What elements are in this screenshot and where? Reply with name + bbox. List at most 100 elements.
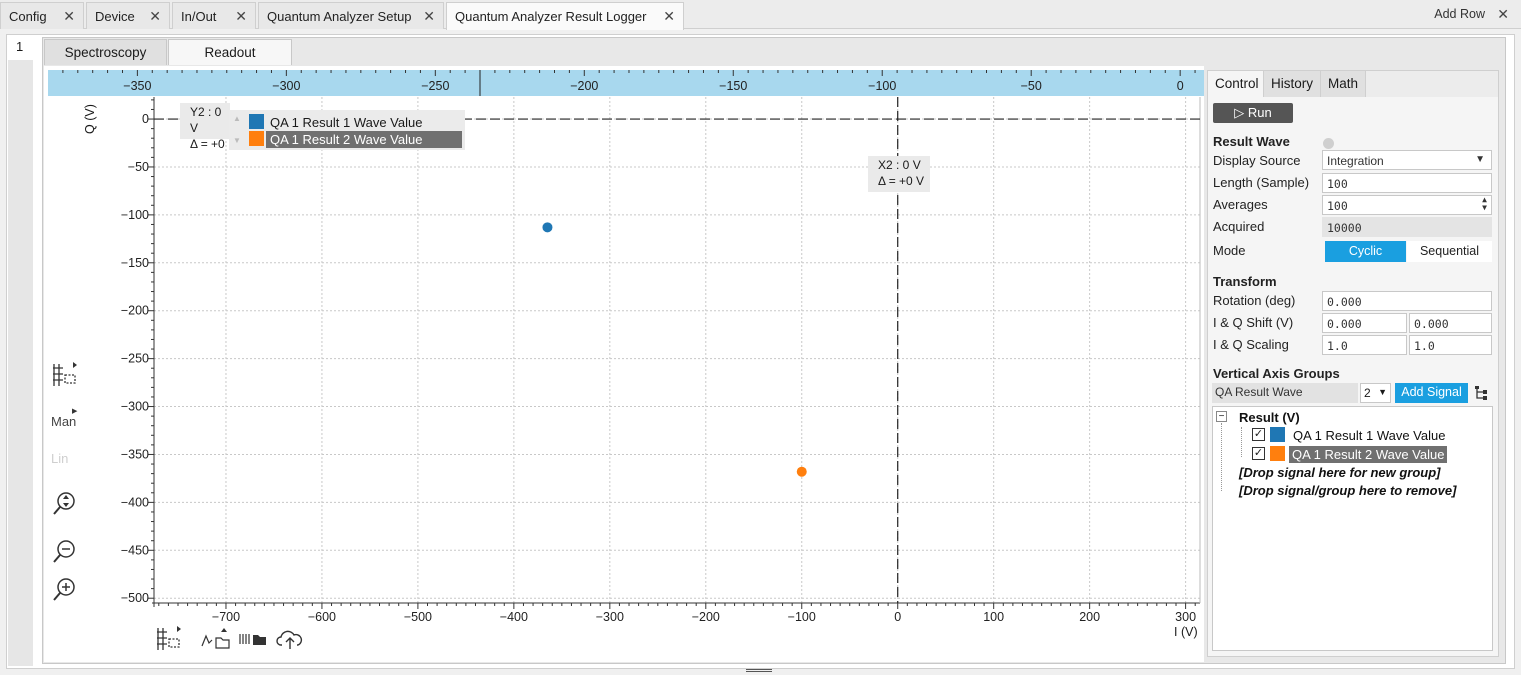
mode-cyclic-button[interactable]: Cyclic (1325, 241, 1406, 262)
chevron-down-icon: ▼ (1378, 387, 1387, 397)
tree-line (1221, 423, 1222, 491)
y-tick-label: −50 (128, 160, 149, 174)
averages-stepper[interactable]: 100 ▲ ▼ (1322, 195, 1492, 215)
scaling-label: I & Q Scaling (1213, 337, 1289, 352)
save-waveform-icon[interactable] (200, 626, 232, 653)
tree-item-1[interactable]: QA 1 Result 1 Wave Value (1293, 428, 1445, 443)
legend-item-1[interactable]: QA 1 Result 1 Wave Value (270, 115, 422, 130)
x-tick-label: −700 (212, 610, 240, 624)
tab-label: In/Out (181, 9, 217, 24)
x-axis-label: I (V) (1174, 625, 1198, 639)
run-button[interactable]: ▷ Run (1213, 103, 1293, 123)
y-tick-label: −250 (121, 352, 149, 366)
axis-scale-manual[interactable]: Man (51, 414, 76, 429)
collapse-icon[interactable]: − (1216, 411, 1227, 422)
display-source-label: Display Source (1213, 153, 1301, 168)
tab-label: Device (95, 9, 135, 24)
legend-scroll-icon[interactable]: ▲ (233, 114, 241, 123)
status-led (1323, 138, 1334, 149)
zoom-in-icon[interactable] (52, 575, 78, 606)
scatter-plot[interactable]: −700 −600 −500 −400 −300 −200 −100 0 100 200 300 0 −… (44, 66, 1204, 662)
acquired-value: 10000 (1322, 217, 1492, 237)
tab-history[interactable]: History (1264, 71, 1321, 97)
x-tick-label: 300 (1175, 610, 1196, 624)
y-tick-label: −150 (121, 256, 149, 270)
legend-swatch-1 (249, 114, 264, 129)
scaling-i-input[interactable]: 1.0 (1322, 335, 1407, 355)
channel-value: 2 (1364, 386, 1371, 400)
cursor-x-readout: X2 : 0 V Δ = +0 V (868, 156, 930, 192)
legend-swatch-2 (249, 131, 264, 146)
grid-settings-icon[interactable] (51, 360, 79, 391)
channel-select[interactable]: 2 ▼ (1360, 383, 1391, 403)
tree-item-2[interactable]: QA 1 Result 2 Wave Value (1289, 446, 1448, 463)
shift-q-input[interactable]: 0.000 (1409, 313, 1492, 333)
tree-view-icon[interactable] (1474, 385, 1488, 404)
close-icon[interactable]: ✕ (1497, 6, 1509, 23)
tab-control[interactable]: Control (1208, 71, 1264, 97)
axis-scale-linear[interactable]: Lin (51, 451, 68, 466)
tab-label: Config (9, 9, 47, 24)
close-icon[interactable]: ✕ (63, 8, 75, 25)
tree-line (1241, 427, 1242, 457)
scaling-q-input[interactable]: 1.0 (1409, 335, 1492, 355)
save-table-icon[interactable] (238, 630, 268, 653)
mode-label: Mode (1213, 243, 1246, 258)
signal-source-select[interactable]: QA Result Wave (1212, 383, 1358, 403)
tab-device[interactable]: Device ✕ (86, 2, 170, 29)
row-tab[interactable]: 1 (8, 36, 33, 60)
x-tick-label: −200 (692, 610, 720, 624)
tab-math[interactable]: Math (1321, 71, 1366, 97)
result-wave-heading: Result Wave (1213, 134, 1290, 149)
tree-group-label[interactable]: Result (V) (1239, 410, 1300, 425)
data-point-series-2 (796, 466, 807, 477)
cursor-x-value: X2 : 0 V (878, 158, 921, 172)
y-tick-label: 0 (142, 112, 149, 126)
tab-quantum-analyzer-result-logger[interactable]: Quantum Analyzer Result Logger ✕ (446, 2, 684, 30)
length-input[interactable]: 100 (1322, 173, 1492, 193)
x-tick-label: −600 (308, 610, 336, 624)
tab-in-out[interactable]: In/Out ✕ (172, 2, 256, 29)
cursor-y-delta: Δ = +0 (190, 137, 225, 151)
chevron-right-icon[interactable]: ▶ (72, 407, 77, 415)
tab-readout[interactable]: Readout (168, 39, 292, 65)
rotation-input[interactable]: 0.000 (1322, 291, 1492, 311)
cloud-upload-icon[interactable] (276, 627, 304, 654)
length-label: Length (Sample) (1213, 175, 1310, 190)
averages-value: 100 (1327, 199, 1348, 213)
x-tick-label: 0 (894, 610, 901, 624)
display-source-select[interactable]: Integration ▼ (1322, 150, 1492, 170)
signal-2-checkbox[interactable]: ✓ (1252, 447, 1265, 460)
tab-spectroscopy[interactable]: Spectroscopy (44, 39, 167, 65)
drop-new-group-target[interactable]: [Drop signal here for new group] (1239, 465, 1441, 480)
drop-remove-target[interactable]: [Drop signal/group here to remove] (1239, 483, 1456, 498)
grid-settings-icon[interactable] (155, 626, 183, 655)
y-tick-label: −350 (121, 447, 149, 461)
signal-1-checkbox[interactable]: ✓ (1252, 428, 1265, 441)
signal-1-swatch (1270, 427, 1285, 442)
zoom-out-icon[interactable] (52, 537, 78, 568)
tab-quantum-analyzer-setup[interactable]: Quantum Analyzer Setup ✕ (258, 2, 444, 29)
y-axis-label: Q (V) (83, 104, 97, 134)
shift-i-input[interactable]: 0.000 (1322, 313, 1407, 333)
data-point-series-1 (542, 222, 553, 233)
resize-handle[interactable] (746, 669, 772, 672)
tab-label: Quantum Analyzer Setup (267, 9, 412, 24)
close-icon[interactable]: ✕ (663, 8, 675, 25)
close-icon[interactable]: ✕ (149, 8, 161, 25)
x-tick-label: −400 (500, 610, 528, 624)
cursor-y-readout: Y2 : 0 V Δ = +0 (180, 103, 230, 151)
legend-item-2[interactable]: QA 1 Result 2 Wave Value (266, 131, 462, 148)
add-row-button[interactable]: Add Row (1434, 7, 1485, 21)
legend-scroll-icon[interactable]: ▼ (233, 136, 241, 145)
tab-config[interactable]: Config ✕ (0, 2, 84, 29)
x-tick-label: 100 (983, 610, 1004, 624)
vertical-axis-groups-heading: Vertical Axis Groups (1213, 366, 1340, 381)
acquired-label: Acquired (1213, 219, 1265, 234)
mode-sequential-button[interactable]: Sequential (1407, 241, 1492, 262)
close-icon[interactable]: ✕ (423, 8, 435, 25)
zoom-fit-icon[interactable] (52, 490, 78, 521)
close-icon[interactable]: ✕ (235, 8, 247, 25)
add-signal-button[interactable]: Add Signal (1395, 383, 1468, 403)
stepper-arrows-icon[interactable]: ▲ ▼ (1482, 196, 1487, 212)
